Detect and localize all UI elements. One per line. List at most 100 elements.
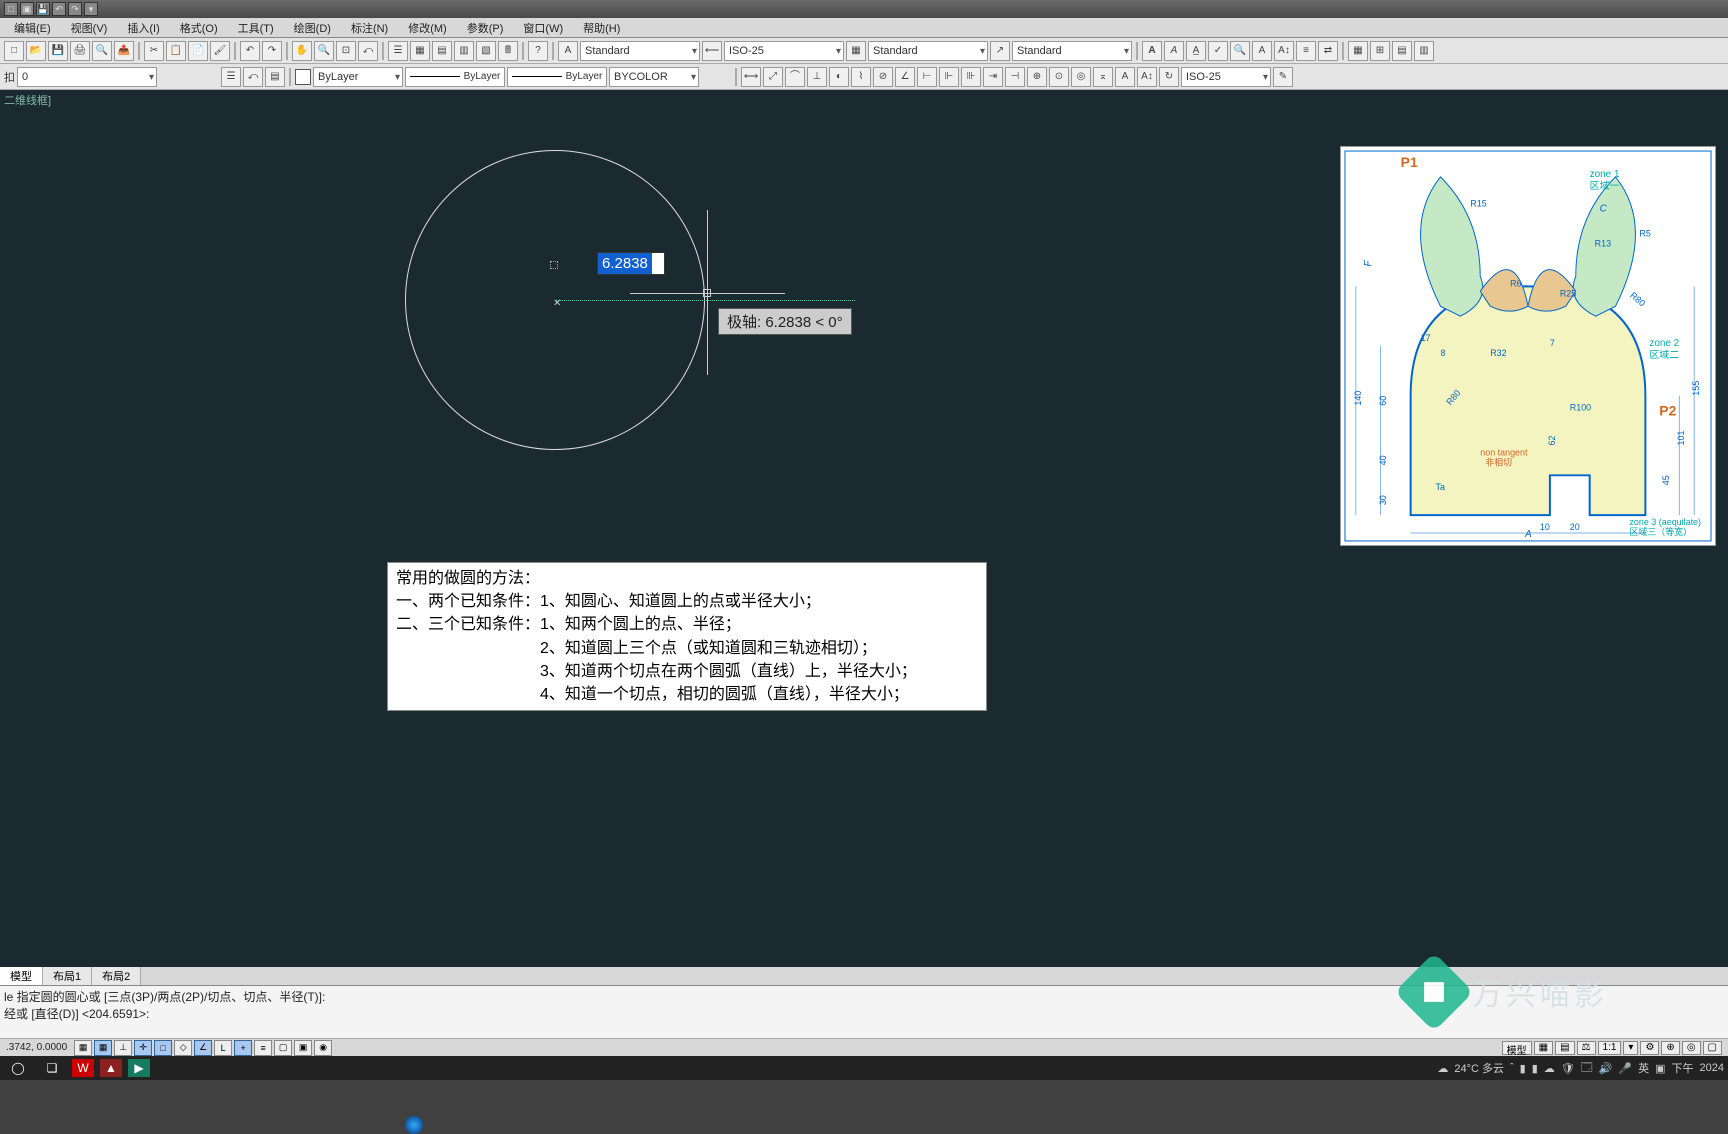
design-center-icon[interactable]: ▦	[410, 41, 430, 61]
tray-security-icon[interactable]: 🛡	[1561, 1062, 1575, 1075]
tpy-toggle-icon[interactable]: ▢	[274, 1040, 292, 1056]
mleader-style-combo[interactable]: Standard	[1012, 41, 1132, 61]
props-icon[interactable]: ☰	[388, 41, 408, 61]
inspect-icon[interactable]: ◎	[1071, 67, 1091, 87]
plot-style-combo[interactable]: BYCOLOR	[609, 67, 699, 87]
tray-chevron-icon[interactable]: ˆ	[1510, 1062, 1514, 1074]
menu-draw[interactable]: 绘图(D)	[284, 18, 341, 38]
justify-icon[interactable]: ≡	[1296, 41, 1316, 61]
model-space-button[interactable]: 模型	[1502, 1041, 1532, 1055]
command-input[interactable]	[4, 1024, 1724, 1038]
ime-indicator[interactable]: 英	[1638, 1060, 1649, 1076]
weather-text[interactable]: 24°C 多云	[1454, 1060, 1504, 1076]
edge-icon[interactable]	[405, 1116, 423, 1134]
tab-layout2[interactable]: 布局2	[92, 967, 141, 985]
menu-tools[interactable]: 工具(T)	[228, 18, 284, 38]
dim-jog-icon[interactable]: ⌇	[851, 67, 871, 87]
table-export-icon[interactable]: ▥	[1414, 41, 1434, 61]
convert-icon[interactable]: ⇄	[1318, 41, 1338, 61]
coordinates-readout[interactable]: .3742, 0.0000	[0, 1042, 73, 1053]
clean-screen-icon[interactable]: ▢	[1703, 1041, 1722, 1055]
match-icon[interactable]: 🖌	[210, 41, 230, 61]
anno-scale-icon[interactable]: ⚖	[1577, 1041, 1596, 1055]
zoom-win-icon[interactable]: ⊡	[336, 41, 356, 61]
redo-icon[interactable]: ↷	[262, 41, 282, 61]
table-style-combo[interactable]: Standard	[868, 41, 988, 61]
menu-view[interactable]: 视图(V)	[61, 18, 118, 38]
dim-style-combo-2[interactable]: ISO-25	[1181, 67, 1271, 87]
save-icon[interactable]: 💾	[48, 41, 68, 61]
new-icon[interactable]: □	[4, 41, 24, 61]
clock-time[interactable]: 下午	[1672, 1060, 1694, 1076]
weather-icon[interactable]: ☁	[1437, 1062, 1448, 1075]
system-tray[interactable]: ☁ 24°C 多云 ˆ ▮ ▮ ☁ 🛡 🗔 🔊 🎤 英 ▣ 下午 2024	[1437, 1059, 1724, 1078]
print-icon[interactable]: 🖨	[70, 41, 90, 61]
snap-toggle-icon[interactable]: ▦	[74, 1040, 92, 1056]
tolerance-icon[interactable]: ⊕	[1027, 67, 1047, 87]
preview-icon[interactable]: 🔍	[92, 41, 112, 61]
lwt-toggle-icon[interactable]: ≡	[254, 1040, 272, 1056]
find-icon[interactable]: 🔍	[1230, 41, 1250, 61]
copy-icon[interactable]: 📋	[166, 41, 186, 61]
dim-tedit-icon[interactable]: A↕	[1137, 67, 1157, 87]
dim-style-combo[interactable]: ISO-25	[724, 41, 844, 61]
spell-icon[interactable]: ✓	[1208, 41, 1228, 61]
text-style-combo[interactable]: Standard	[580, 41, 700, 61]
linetype-combo[interactable]: ByLayer	[507, 67, 607, 87]
layer-combo[interactable]: 0	[17, 67, 157, 87]
dim-baseline-icon[interactable]: ⊩	[939, 67, 959, 87]
dim-diameter-icon[interactable]: ⊘	[873, 67, 893, 87]
recorder-icon[interactable]: ▶	[128, 1059, 150, 1077]
taskview-icon[interactable]: ❏	[38, 1058, 66, 1078]
sc-toggle-icon[interactable]: ◉	[314, 1040, 332, 1056]
undo-icon[interactable]: ↶	[240, 41, 260, 61]
otrack-toggle-icon[interactable]: ∠	[194, 1040, 212, 1056]
color-swatch[interactable]	[295, 69, 311, 85]
lineweight-combo[interactable]: ByLayer	[405, 67, 505, 87]
cad-app-icon[interactable]: ▲	[100, 1059, 122, 1077]
dim-angular-icon[interactable]: ∠	[895, 67, 915, 87]
help-icon[interactable]: ?	[528, 41, 548, 61]
drawing-area[interactable]: 二维线框] ✕ 6.2838 极轴: 6.2838 < 0° non tange…	[0, 90, 1728, 985]
table-ins-icon[interactable]: ⊞	[1370, 41, 1390, 61]
layer-state-icon[interactable]: ▤	[265, 67, 285, 87]
dim-ordinate-icon[interactable]: ⊥	[807, 67, 827, 87]
dim-arc-icon[interactable]: ⌒	[785, 67, 805, 87]
tray-volume-icon[interactable]: 🔊	[1599, 1062, 1613, 1075]
field-icon[interactable]: A̲	[1186, 41, 1206, 61]
anno-vis-icon[interactable]: ▾	[1623, 1041, 1638, 1055]
ime-mode-icon[interactable]: ▣	[1655, 1062, 1665, 1075]
layer-prev-icon[interactable]: ⤺	[243, 67, 263, 87]
mtext-ai-icon[interactable]: A	[1164, 41, 1184, 61]
dim-update-icon[interactable]: ↻	[1159, 67, 1179, 87]
table-icon[interactable]: ▦	[1348, 41, 1368, 61]
mleader-style-icon[interactable]: ↗	[990, 41, 1010, 61]
cut-icon[interactable]: ✂	[144, 41, 164, 61]
menu-insert[interactable]: 插入(I)	[117, 18, 169, 38]
osnap-toggle-icon[interactable]: □	[154, 1040, 172, 1056]
qat-open-icon[interactable]: ▣	[20, 2, 34, 16]
layer-props-icon[interactable]: ☰	[221, 67, 241, 87]
text-style-icon[interactable]: A	[558, 41, 578, 61]
qat-new-icon[interactable]: □	[4, 2, 18, 16]
menu-edit[interactable]: 编辑(E)	[4, 18, 61, 38]
dim-style-icon[interactable]: ⟵	[702, 41, 722, 61]
tool-palette-icon[interactable]: ▤	[432, 41, 452, 61]
menu-modify[interactable]: 修改(M)	[398, 18, 457, 38]
table-style-icon[interactable]: ▦	[846, 41, 866, 61]
dim-continue-icon[interactable]: ⊪	[961, 67, 981, 87]
wps-icon[interactable]: W	[72, 1059, 94, 1077]
qp-toggle-icon[interactable]: ▣	[294, 1040, 312, 1056]
jog-line-icon[interactable]: ⌅	[1093, 67, 1113, 87]
publish-icon[interactable]: 📤	[114, 41, 134, 61]
tab-model[interactable]: 模型	[0, 967, 43, 985]
tab-layout1[interactable]: 布局1	[43, 967, 92, 985]
center-mark-icon[interactable]: ⊙	[1049, 67, 1069, 87]
dim-linear-icon[interactable]: ⟷	[741, 67, 761, 87]
dim-style-mgr-icon[interactable]: ✎	[1273, 67, 1293, 87]
dim-aligned-icon[interactable]: ⤢	[763, 67, 783, 87]
qat-redo-icon[interactable]: ↷	[68, 2, 82, 16]
tray-app1-icon[interactable]: ▮	[1520, 1062, 1526, 1075]
qat-save-icon[interactable]: 💾	[36, 2, 50, 16]
polar-toggle-icon[interactable]: ✛	[134, 1040, 152, 1056]
